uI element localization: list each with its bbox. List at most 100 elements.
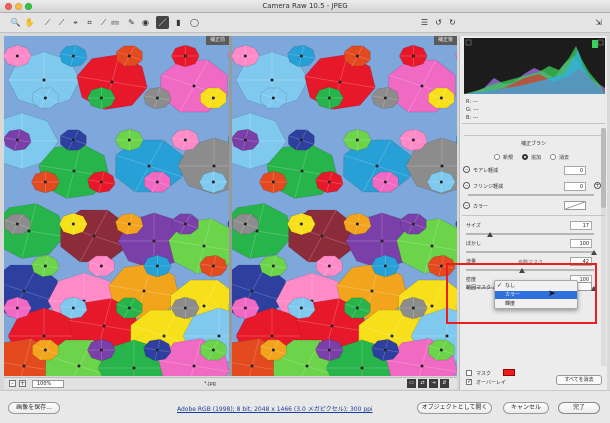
umbrella: [114, 128, 144, 152]
before-image: [4, 36, 229, 376]
color-swatch[interactable]: [564, 201, 586, 210]
red-eye-tool-icon[interactable]: ◉: [139, 16, 152, 29]
panel-tabs: [464, 126, 604, 136]
mask-checkbox[interactable]: [466, 370, 472, 376]
copy-settings-icon[interactable]: ⇥: [429, 379, 438, 388]
before-after-view-icon[interactable]: ▭: [407, 379, 416, 388]
umbrella: [144, 171, 171, 193]
feather-slider[interactable]: [466, 251, 594, 253]
fringe-slider[interactable]: [468, 194, 594, 196]
mode-new-radio[interactable]: [494, 154, 500, 160]
cancel-button[interactable]: キャンセル: [503, 402, 549, 414]
brush-mode-group: 新規 追加 消去: [460, 153, 607, 163]
done-button[interactable]: 完了: [558, 402, 600, 414]
after-image: [232, 36, 457, 376]
umbrella: [142, 254, 172, 278]
save-image-button[interactable]: 画像を保存...: [8, 402, 60, 414]
annotation-highlight-box: [446, 263, 597, 324]
umbrella: [200, 87, 227, 109]
umbrella: [170, 44, 200, 68]
title-bar: Camera Raw 10.5 - JPEG: [0, 0, 610, 13]
fringe-minus-button[interactable]: –: [463, 182, 470, 189]
feather-value[interactable]: 100: [570, 239, 592, 248]
fringe-label: フリンジ軽減: [473, 184, 504, 190]
radial-filter-tool-icon[interactable]: ◯: [188, 16, 201, 29]
umbrella: [314, 86, 344, 110]
after-pane[interactable]: 補正後: [232, 36, 457, 376]
straighten-tool-icon[interactable]: ⟋: [97, 16, 110, 29]
targeted-adjustment-tool-icon[interactable]: ⌖: [69, 16, 82, 29]
umbrella: [344, 45, 371, 67]
mode-add-label: 追加: [531, 155, 542, 161]
umbrella: [198, 170, 228, 194]
fullscreen-icon[interactable]: ⇲: [592, 16, 605, 29]
umbrella: [260, 339, 287, 361]
toolbar-small-label: 追加: [111, 20, 119, 25]
graduated-filter-tool-icon[interactable]: ▮: [172, 16, 185, 29]
adjustment-brush-tool-icon[interactable]: ／: [156, 16, 169, 29]
umbrella: [400, 213, 427, 235]
panel-section-title: 補正ブラシ: [521, 141, 546, 147]
swap-settings-icon[interactable]: ⇄: [418, 379, 427, 388]
scrollbar-thumb[interactable]: [601, 128, 606, 208]
umbrella: [316, 255, 343, 277]
size-slider[interactable]: [466, 233, 594, 235]
rotate-cw-icon[interactable]: ↻: [446, 16, 459, 29]
before-label: 補正前: [205, 36, 229, 45]
clear-all-button[interactable]: すべてを消去: [556, 375, 602, 385]
panel-scrollbar[interactable]: [601, 128, 606, 366]
mode-new-label: 新規: [503, 155, 514, 161]
rgb-readout: R: --- G: --- B: ---: [466, 98, 479, 122]
overlay-checkbox[interactable]: [466, 378, 472, 385]
mode-add-radio[interactable]: [522, 154, 528, 160]
window-title: Camera Raw 10.5 - JPEG: [262, 2, 348, 10]
fringe-plus-button[interactable]: +: [594, 182, 601, 189]
zoom-in-button[interactable]: +: [19, 380, 26, 387]
umbrella: [86, 86, 116, 110]
before-pane[interactable]: 補正前: [4, 36, 229, 376]
color-minus-button[interactable]: –: [463, 202, 470, 209]
umbrella: [286, 212, 316, 236]
zoom-level-select[interactable]: 100%: [32, 380, 64, 388]
umbrella: [428, 87, 455, 109]
umbrella: [398, 296, 428, 320]
umbrella: [232, 213, 259, 235]
white-balance-tool-icon[interactable]: ⟋: [41, 16, 54, 29]
workflow-options-link[interactable]: Adobe RGB (1998); 8 bit; 2048 x 1466 (3.…: [177, 404, 373, 413]
umbrella: [170, 296, 200, 320]
image-preview[interactable]: 補正前 補正後: [4, 36, 457, 376]
color-sampler-tool-icon[interactable]: ⟋: [55, 16, 68, 29]
spot-removal-tool-icon[interactable]: ✎: [125, 16, 138, 29]
umbrella: [426, 170, 456, 194]
size-slider-thumb[interactable]: [487, 232, 494, 237]
umbrella: [58, 212, 88, 236]
divider: [462, 215, 605, 216]
color-label: カラー: [473, 204, 489, 210]
umbrella: [428, 339, 455, 361]
feather-slider-thumb[interactable]: [591, 250, 597, 255]
mask-color-swatch[interactable]: [503, 369, 515, 376]
size-label: サイズ: [466, 223, 481, 229]
mode-erase-radio[interactable]: [550, 154, 556, 160]
preferences-icon[interactable]: ☰: [418, 16, 431, 29]
toggle-settings-icon[interactable]: ⇵: [440, 379, 449, 388]
fringe-value[interactable]: 0: [564, 182, 586, 191]
umbrella: [86, 338, 116, 362]
moire-minus-button[interactable]: –: [463, 166, 470, 173]
footer: 画像を保存... Adobe RGB (1998); 8 bit; 2048 x…: [0, 390, 610, 423]
crop-tool-icon[interactable]: ⌗: [83, 16, 96, 29]
hand-tool-icon[interactable]: ✋: [23, 16, 36, 29]
umbrella: [258, 170, 288, 194]
mask-label: マスク: [476, 371, 492, 377]
zoom-tool-icon[interactable]: 🔍: [9, 16, 22, 29]
zoom-out-button[interactable]: -: [9, 380, 16, 387]
adjustment-panel: R: --- G: --- B: --- 補正ブラシ 新規 追加 消去 – モア…: [459, 36, 607, 390]
umbrella: [232, 296, 260, 320]
moire-value[interactable]: 0: [564, 166, 586, 175]
file-name: *.jpg: [204, 381, 216, 387]
open-object-button[interactable]: オブジェクトとして開く: [417, 402, 492, 414]
size-value[interactable]: 17: [570, 221, 592, 230]
umbrella: [260, 87, 287, 109]
rotate-ccw-icon[interactable]: ↺: [432, 16, 445, 29]
umbrella: [314, 338, 344, 362]
